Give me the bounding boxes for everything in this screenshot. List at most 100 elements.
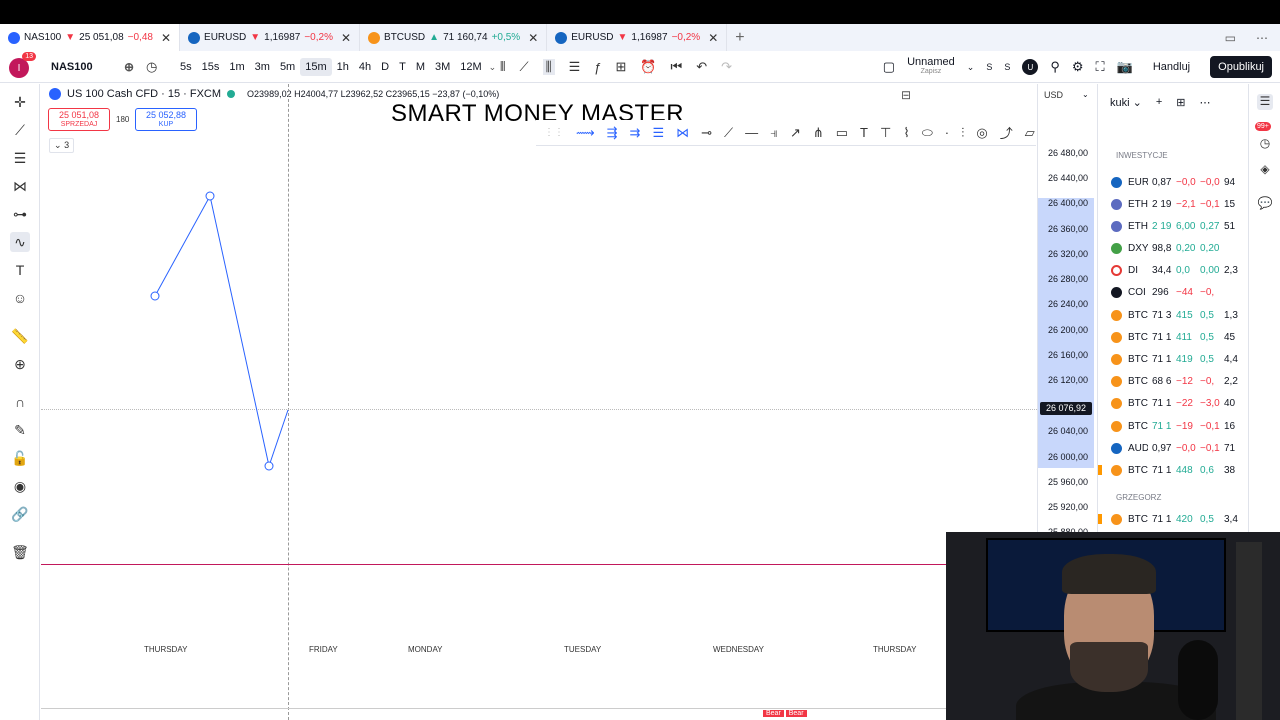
publish-button[interactable]: Opublikuj <box>1210 56 1272 78</box>
tab-eurusd-2[interactable]: EURUSD ▼ 1,16987 −0,2% ✕ <box>547 24 728 51</box>
watchlist-row[interactable]: BTC 71 1 −19 −0,1 16 <box>1111 418 1247 434</box>
eye-icon[interactable]: ◉ <box>10 476 30 496</box>
magnet-icon[interactable]: ∩ <box>10 392 30 412</box>
watchlist-row[interactable]: BTC 71 1 448 0,6 38 <box>1098 462 1247 478</box>
watchlist-row[interactable]: BTC 71 1 419 0,5 4,4 <box>1111 351 1247 367</box>
templates-icon[interactable]: ⊞ <box>615 59 626 75</box>
redo-icon[interactable]: ↷ <box>721 59 732 75</box>
chart-type-icon[interactable]: ☰ <box>569 59 581 75</box>
more-icon[interactable]: ⋯ <box>1200 96 1211 109</box>
link-icon[interactable]: 🔗 <box>10 504 30 524</box>
alerts-icon[interactable]: ◷ <box>1257 136 1273 152</box>
timeframe-3m-month[interactable]: 3M <box>430 58 455 76</box>
timeframe-1h[interactable]: 1h <box>332 58 354 76</box>
line-chart-icon[interactable]: ⟋ <box>519 59 528 75</box>
watchlist-row[interactable]: BTC 68 6 −12 −0, 2,2 <box>1111 373 1247 389</box>
watchlist-row[interactable]: BTC 71 1 420 0,5 3,4 <box>1098 511 1247 527</box>
trash-icon[interactable]: 🗑 <box>10 542 30 562</box>
s-button-2[interactable]: S <box>1004 62 1010 72</box>
timeframe-5m[interactable]: 5m <box>275 58 300 76</box>
watchlist-row[interactable]: DI 34,4 0,0 0,00 2,3 <box>1111 262 1247 278</box>
fullscreen-icon[interactable]: ⛶ <box>1096 59 1105 75</box>
more-icon[interactable]: ⋯ <box>1256 31 1268 45</box>
layout-square-icon[interactable]: ▢ <box>883 59 895 75</box>
watchlist-row[interactable]: COI 296 −44 −0, <box>1111 284 1247 300</box>
alert-icon[interactable]: ⏰ <box>640 59 656 75</box>
timeframe-15m[interactable]: 15m <box>300 58 332 76</box>
price-scale[interactable]: USD ⌄ 26 480,00 26 440,00 26 400,00 26 3… <box>1037 84 1097 537</box>
bars-icon[interactable]: ⫼ <box>542 59 555 75</box>
timeframe-t[interactable]: T <box>394 58 411 76</box>
timeframe-1m[interactable]: 1m <box>224 58 249 76</box>
ruler-icon[interactable]: 📏 <box>10 326 30 346</box>
timeframe-d[interactable]: D <box>376 58 394 76</box>
gear-icon[interactable]: ⚙ <box>1072 59 1084 75</box>
camera-icon[interactable]: 📷 <box>1117 59 1133 75</box>
price-label: 26 400,00 <box>1047 198 1089 208</box>
watchlist-row[interactable]: BTC 71 3 415 0,5 1,3 <box>1111 307 1247 323</box>
symbol-search-button[interactable]: NAS100 ⊕ <box>44 57 162 77</box>
indicators-icon[interactable]: ƒ <box>594 60 601 75</box>
chevron-down-icon[interactable]: ⌄ <box>967 62 975 73</box>
timeframe-5s[interactable]: 5s <box>175 58 197 76</box>
brush-icon[interactable]: ∿ <box>10 232 30 252</box>
fib-icon[interactable]: ☰ <box>10 148 30 168</box>
watchlist-row[interactable]: DXY 98,8 0,20 0,20 <box>1111 240 1247 256</box>
chart-pane[interactable]: US 100 Cash CFD · 15 · FXCM O23989,02 H2… <box>41 84 1037 720</box>
timeframe-3m[interactable]: 3m <box>250 58 275 76</box>
trade-button[interactable]: Handluj <box>1145 57 1198 77</box>
search-icon[interactable]: ⚲ <box>1050 59 1060 75</box>
timeframe-12m[interactable]: 12M <box>455 58 486 76</box>
layers-icon[interactable]: ◈ <box>1257 162 1273 178</box>
section-grzegorz[interactable]: GRZEGORZ <box>1116 493 1161 502</box>
watchlist-row[interactable]: BTC 71 1 −22 −3,0 40 <box>1111 395 1247 411</box>
close-icon[interactable]: ✕ <box>708 31 718 45</box>
row-change-pct: −0, <box>1200 375 1215 387</box>
chat-icon[interactable]: 💬 <box>1257 196 1273 212</box>
emoji-icon[interactable]: ☺ <box>10 288 30 308</box>
avatar[interactable]: I 13 <box>9 52 36 78</box>
chevron-down-icon[interactable]: ⌄ <box>489 62 497 73</box>
timeframe-15s[interactable]: 15s <box>197 58 225 76</box>
clock-icon[interactable]: ◷ <box>146 59 157 75</box>
section-inwestycje[interactable]: INWESTYCJE <box>1116 151 1168 160</box>
watchlist-row[interactable]: EUR 0,87 −0,0 −0,0 94 <box>1111 174 1247 190</box>
new-tab-plus-icon[interactable]: + <box>735 29 744 47</box>
chevron-down-icon[interactable]: ⌄ <box>1082 90 1089 99</box>
di-logo-icon <box>1111 264 1122 276</box>
zigzag-drawing[interactable] <box>41 84 1037 720</box>
close-icon[interactable]: ✕ <box>341 31 351 45</box>
timeframe-4h[interactable]: 4h <box>354 58 376 76</box>
close-icon[interactable]: ✕ <box>161 31 171 45</box>
tab-btcusd[interactable]: BTCUSD ▲ 71 160,74 +0,5% ✕ <box>360 24 548 51</box>
undo-icon[interactable]: ↶ <box>696 59 707 75</box>
layout-name[interactable]: Unnamed Zapisz <box>907 57 955 77</box>
candles-icon[interactable]: ⫴ <box>500 59 505 75</box>
watchlist-icon[interactable]: ☰ <box>1257 94 1273 110</box>
table-view-icon[interactable]: ⊞ <box>1176 96 1185 109</box>
watchlist-row[interactable]: BTC 71 1 411 0,5 45 <box>1111 329 1247 345</box>
u-badge[interactable]: U <box>1022 59 1039 75</box>
replay-icon[interactable]: ⏮ <box>671 59 683 75</box>
add-symbol-plus-icon[interactable]: + <box>1156 96 1162 108</box>
pattern-icon[interactable]: ⋈ <box>10 176 30 196</box>
currency-label[interactable]: USD <box>1044 90 1063 100</box>
forecast-icon[interactable]: ⊶ <box>10 204 30 224</box>
watchlist-row[interactable]: ETH 2 19 −2,1 −0,1 15 <box>1111 196 1247 212</box>
crosshair-icon[interactable]: ✛ <box>10 92 30 112</box>
close-icon[interactable]: ✕ <box>528 31 538 45</box>
watchlist-row[interactable]: ETH 2 19 6,00 0,27 51 <box>1111 218 1247 234</box>
watchlist-name[interactable]: kuki ⌄ <box>1110 96 1142 109</box>
timeframe-m[interactable]: M <box>411 58 430 76</box>
lock-icon[interactable]: 🔓 <box>10 448 30 468</box>
tab-nas100[interactable]: NAS100 ▼ 25 051,08 −0,48 ✕ <box>0 24 181 51</box>
screen-icon[interactable]: ▭ <box>1225 31 1236 45</box>
compare-plus-icon[interactable]: ⊕ <box>124 60 134 74</box>
zoom-icon[interactable]: ⊕ <box>10 354 30 374</box>
lock-draw-icon[interactable]: ✎ <box>10 420 30 440</box>
s-button[interactable]: S <box>986 62 992 72</box>
text-icon[interactable]: T <box>10 260 30 280</box>
watchlist-row[interactable]: AUD 0,97 −0,0 −0,1 71 <box>1111 440 1247 456</box>
trendline-icon[interactable]: ⟋ <box>10 120 30 140</box>
tab-eurusd[interactable]: EURUSD ▼ 1,16987 −0,2% ✕ <box>180 24 361 51</box>
